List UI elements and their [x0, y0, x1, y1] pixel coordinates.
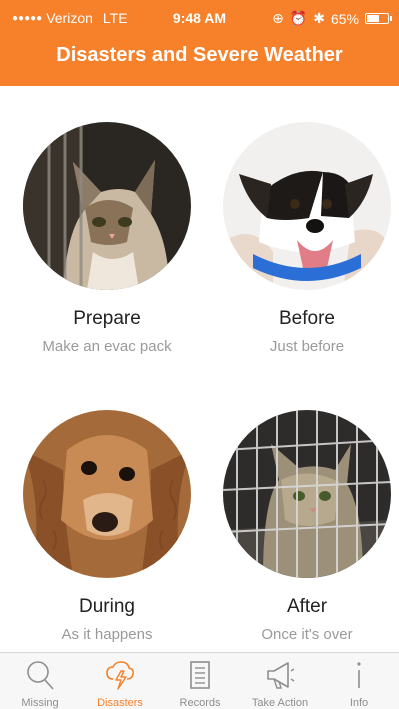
app-header: ●●●●● Verizon LTE 9:48 AM ⊕ ⏰ ✱ 65% Disa…: [0, 0, 399, 86]
tab-records[interactable]: Records: [160, 653, 240, 709]
tile-subtitle: Just before: [269, 338, 345, 355]
tile-before[interactable]: Before Just before: [207, 122, 399, 362]
tab-disasters[interactable]: Disasters: [80, 653, 160, 709]
megaphone-icon: [267, 662, 295, 689]
tile-subtitle: Once it's over: [261, 626, 353, 643]
status-bar: ●●●●● Verizon LTE 9:48 AM ⊕ ⏰ ✱ 65%: [0, 0, 399, 36]
tile-label: After: [286, 596, 328, 617]
tab-bar: Missing Disasters Records Take Action In…: [0, 652, 399, 709]
search-icon: [27, 661, 54, 690]
tab-info[interactable]: Info: [319, 653, 399, 709]
tab-label: Disasters: [97, 697, 143, 709]
tab-missing[interactable]: Missing: [0, 653, 80, 709]
tab-label: Records: [179, 697, 221, 709]
bluetooth-icon: ✱: [313, 10, 325, 26]
status-right: ⊕ ⏰ ✱ 65%: [272, 10, 392, 27]
tile-label: During: [79, 596, 135, 617]
tile-after[interactable]: After Once it's over: [207, 410, 399, 650]
records-icon: [190, 661, 210, 689]
tile-subtitle: As it happens: [61, 626, 153, 643]
info-icon: [357, 662, 361, 688]
tab-label: Info: [349, 697, 369, 709]
tab-take-action[interactable]: Take Action: [240, 653, 320, 709]
tile-subtitle: Make an evac pack: [42, 338, 172, 355]
tile-prepare[interactable]: Prepare Make an evac pack: [7, 122, 207, 362]
alarm-icon: ⏰: [289, 10, 308, 26]
spaniel-photo: [23, 410, 191, 578]
tile-label: Before: [279, 308, 335, 329]
tab-label: Take Action: [251, 697, 309, 709]
tab-label: Missing: [21, 697, 59, 709]
tile-during[interactable]: During As it happens: [7, 410, 207, 650]
storm-icon: [106, 661, 134, 690]
kitten-photo: [23, 122, 191, 290]
battery-icon: [365, 13, 392, 24]
tile-label: Prepare: [73, 308, 141, 329]
location-icon: ⊕: [272, 10, 284, 26]
crate-cat-photo: [223, 410, 391, 578]
battery-percent: 65%: [330, 10, 359, 27]
page-title: Disasters and Severe Weather: [56, 44, 343, 66]
dog-photo: [223, 122, 391, 290]
